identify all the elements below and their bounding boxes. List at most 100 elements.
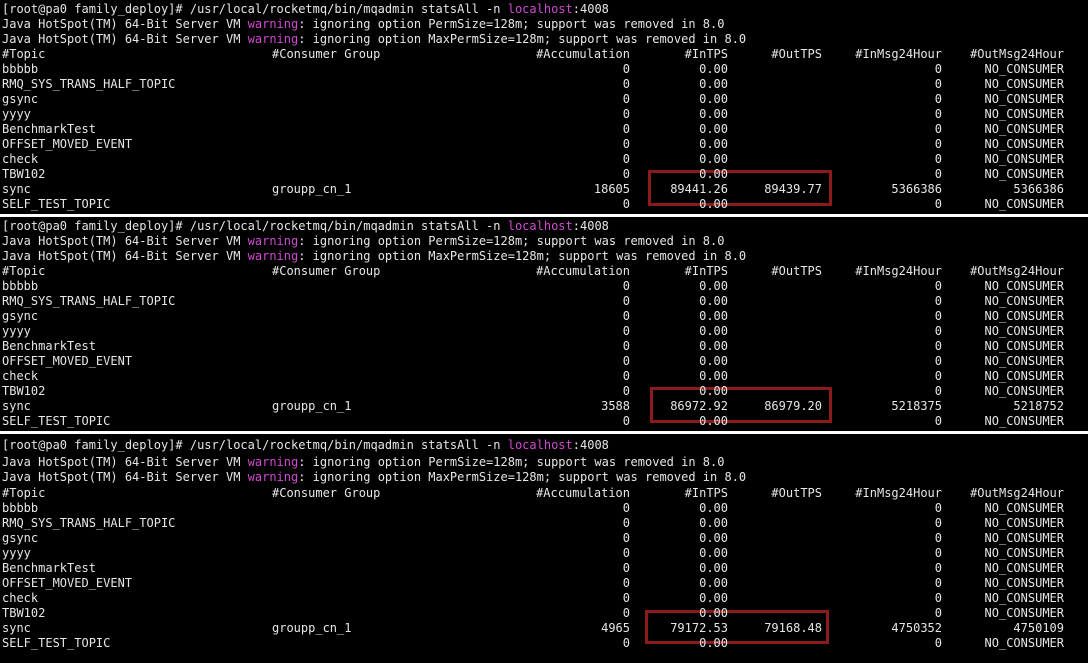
- table-row: BenchmarkTest 0 0.00 0 NO_CONSUMER: [2, 561, 1088, 576]
- cell-intps: 0.00: [699, 152, 728, 166]
- cell-inmsg24: 0: [934, 152, 942, 166]
- cell-accumulation: 0: [622, 279, 630, 293]
- table-row: RMQ_SYS_TRANS_HALF_TOPIC 0 0.00 0 NO_CONSUME…: [2, 294, 1088, 309]
- jvm-warning-line: Java HotSpot(TM) 64-Bit Server VM warnin…: [2, 17, 725, 31]
- cell-accumulation: 0: [622, 294, 630, 308]
- table-row: yyyy 0 0.00 0 NO_CONSUMER: [2, 107, 1088, 122]
- cell-accumulation: 0: [622, 516, 630, 530]
- cell-accumulation: 3588: [601, 399, 630, 413]
- table-row: TBW102 0 0.00 0 NO_CONSUMER: [2, 167, 1088, 182]
- cell-accumulation: 0: [622, 77, 630, 91]
- cell-topic: SELF_TEST_TOPIC: [2, 197, 111, 211]
- cell-accumulation: 0: [622, 339, 630, 353]
- header-topic: #Topic: [2, 264, 46, 278]
- jvm-warning-line: Java HotSpot(TM) 64-Bit Server VM warnin…: [2, 249, 747, 263]
- cell-intps: 0.00: [699, 414, 728, 428]
- cell-intps: 0.00: [699, 167, 728, 181]
- cell-outtps: 79168.48: [764, 621, 822, 635]
- cell-topic: sync: [2, 621, 31, 635]
- cell-outmsg24: NO_CONSUMER: [984, 516, 1064, 530]
- table-row: BenchmarkTest 0 0.00 0 NO_CONSUMER: [2, 122, 1088, 137]
- cell-topic: sync: [2, 399, 31, 413]
- table-row: check 0 0.00 0 NO_CONSUMER: [2, 591, 1088, 606]
- table-row: bbbbb 0 0.00 0 NO_CONSUMER: [2, 62, 1088, 77]
- cell-outmsg24: NO_CONSUMER: [984, 279, 1064, 293]
- table-row: sync groupp_cn_1 18605 89441.26 89439.77 5366…: [2, 182, 1088, 197]
- cell-intps: 0.00: [699, 197, 728, 211]
- cell-topic: RMQ_SYS_TRANS_HALF_TOPIC: [2, 516, 176, 530]
- cell-inmsg24: 0: [934, 516, 942, 530]
- cell-accumulation: 0: [622, 576, 630, 590]
- cell-intps: 0.00: [699, 77, 728, 91]
- header-inmsg24: #InMsg24Hour: [855, 486, 942, 500]
- cell-intps: 0.00: [699, 279, 728, 293]
- table-row: OFFSET_MOVED_EVENT 0 0.00 0 NO_CONSUMER: [2, 576, 1088, 591]
- cell-outmsg24: NO_CONSUMER: [984, 561, 1064, 575]
- header-intps: #InTPS: [684, 486, 728, 500]
- cell-inmsg24: 0: [934, 576, 942, 590]
- cell-inmsg24: 0: [934, 636, 942, 650]
- header-topic: #Topic: [2, 47, 46, 61]
- cell-topic: BenchmarkTest: [2, 122, 96, 136]
- cell-inmsg24: 4750352: [891, 621, 942, 635]
- cell-inmsg24: 0: [934, 546, 942, 560]
- cell-outmsg24: NO_CONSUMER: [984, 92, 1064, 106]
- table-row: gsync 0 0.00 0 NO_CONSUMER: [2, 531, 1088, 546]
- cell-outmsg24: 5366386: [1013, 182, 1064, 196]
- cell-topic: gsync: [2, 309, 39, 323]
- cell-outtps: 86979.20: [764, 399, 822, 413]
- cell-accumulation: 0: [622, 354, 630, 368]
- cell-topic: check: [2, 591, 39, 605]
- cell-topic: RMQ_SYS_TRANS_HALF_TOPIC: [2, 77, 176, 91]
- cell-accumulation: 4965: [601, 621, 630, 635]
- table-row: RMQ_SYS_TRANS_HALF_TOPIC 0 0.00 0 NO_CONSUME…: [2, 77, 1088, 92]
- header-accumulation: #Accumulation: [536, 486, 630, 500]
- cell-topic: SELF_TEST_TOPIC: [2, 636, 111, 650]
- cell-topic: sync: [2, 182, 31, 196]
- cell-inmsg24: 0: [934, 531, 942, 545]
- cell-intps: 0.00: [699, 369, 728, 383]
- table-row: gsync 0 0.00 0 NO_CONSUMER: [2, 92, 1088, 107]
- cell-accumulation: 0: [622, 546, 630, 560]
- cell-topic: BenchmarkTest: [2, 339, 96, 353]
- cell-topic: BenchmarkTest: [2, 561, 96, 575]
- cell-inmsg24: 0: [934, 606, 942, 620]
- command-line: [root@pa0 family_deploy]# /usr/local/roc…: [2, 2, 609, 16]
- cell-accumulation: 0: [622, 561, 630, 575]
- cell-inmsg24: 0: [934, 294, 942, 308]
- cell-accumulation: 0: [622, 167, 630, 181]
- cell-accumulation: 0: [622, 107, 630, 121]
- jvm-warning-line: Java HotSpot(TM) 64-Bit Server VM warnin…: [2, 234, 725, 248]
- cell-accumulation: 0: [622, 122, 630, 136]
- cell-inmsg24: 0: [934, 167, 942, 181]
- jvm-warning-line: Java HotSpot(TM) 64-Bit Server VM warnin…: [2, 455, 725, 469]
- cell-topic: OFFSET_MOVED_EVENT: [2, 137, 133, 151]
- cell-outmsg24: NO_CONSUMER: [984, 167, 1064, 181]
- cell-outmsg24: NO_CONSUMER: [984, 636, 1064, 650]
- cell-topic: bbbbb: [2, 279, 39, 293]
- header-outmsg24: #OutMsg24Hour: [970, 486, 1064, 500]
- cell-intps: 86972.92: [670, 399, 728, 413]
- cell-accumulation: 0: [622, 606, 630, 620]
- cell-inmsg24: 0: [934, 501, 942, 515]
- cell-topic: gsync: [2, 92, 39, 106]
- cell-topic: yyyy: [2, 546, 31, 560]
- header-accumulation: #Accumulation: [536, 47, 630, 61]
- header-consumer-group: #Consumer Group: [272, 264, 381, 278]
- cell-accumulation: 0: [622, 414, 630, 428]
- table-row: sync groupp_cn_1 3588 86972.92 86979.20 52183…: [2, 399, 1088, 414]
- cell-intps: 0.00: [699, 636, 728, 650]
- cell-outmsg24: 5218752: [1013, 399, 1064, 413]
- cell-outmsg24: NO_CONSUMER: [984, 137, 1064, 151]
- table-row: TBW102 0 0.00 0 NO_CONSUMER: [2, 384, 1088, 399]
- cell-intps: 0.00: [699, 354, 728, 368]
- table-row: check 0 0.00 0 NO_CONSUMER: [2, 369, 1088, 384]
- cell-accumulation: 0: [622, 384, 630, 398]
- command-line: [root@pa0 family_deploy]# /usr/local/roc…: [2, 438, 609, 452]
- header-inmsg24: #InMsg24Hour: [855, 47, 942, 61]
- header-intps: #InTPS: [684, 47, 728, 61]
- cell-outmsg24: NO_CONSUMER: [984, 531, 1064, 545]
- cell-inmsg24: 0: [934, 197, 942, 211]
- cell-intps: 0.00: [699, 137, 728, 151]
- cell-inmsg24: 0: [934, 122, 942, 136]
